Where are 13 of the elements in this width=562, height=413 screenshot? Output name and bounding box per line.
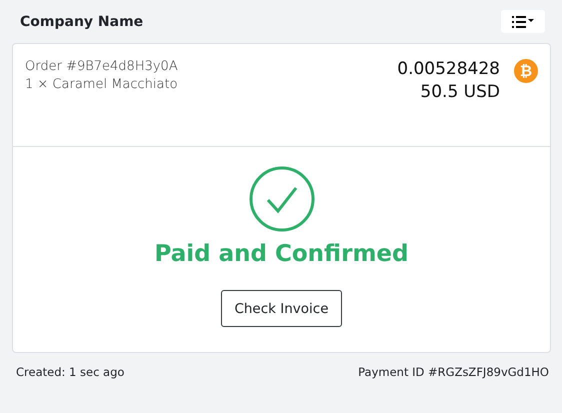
fiat-amount: 50.5 USD xyxy=(419,81,500,104)
order-item: 1 × Caramel Macchiato xyxy=(25,76,179,94)
bitcoin-icon: ₿ xyxy=(514,59,538,83)
list-icon xyxy=(512,16,534,28)
status-message: Paid and Confirmed xyxy=(154,241,408,267)
crypto-amount: 0.00528428 xyxy=(397,58,500,81)
company-name: Company Name xyxy=(20,14,144,30)
created-time: Created: 1 sec ago xyxy=(16,365,124,379)
payment-id: Payment ID #RGZsZFJ89vGd1HO xyxy=(358,365,549,379)
check-circle-icon xyxy=(248,166,314,232)
order-number: Order #9B7e4d8H3y0A xyxy=(25,58,179,76)
menu-button[interactable] xyxy=(501,10,545,33)
check-invoice-button[interactable]: Check Invoice xyxy=(221,290,342,327)
